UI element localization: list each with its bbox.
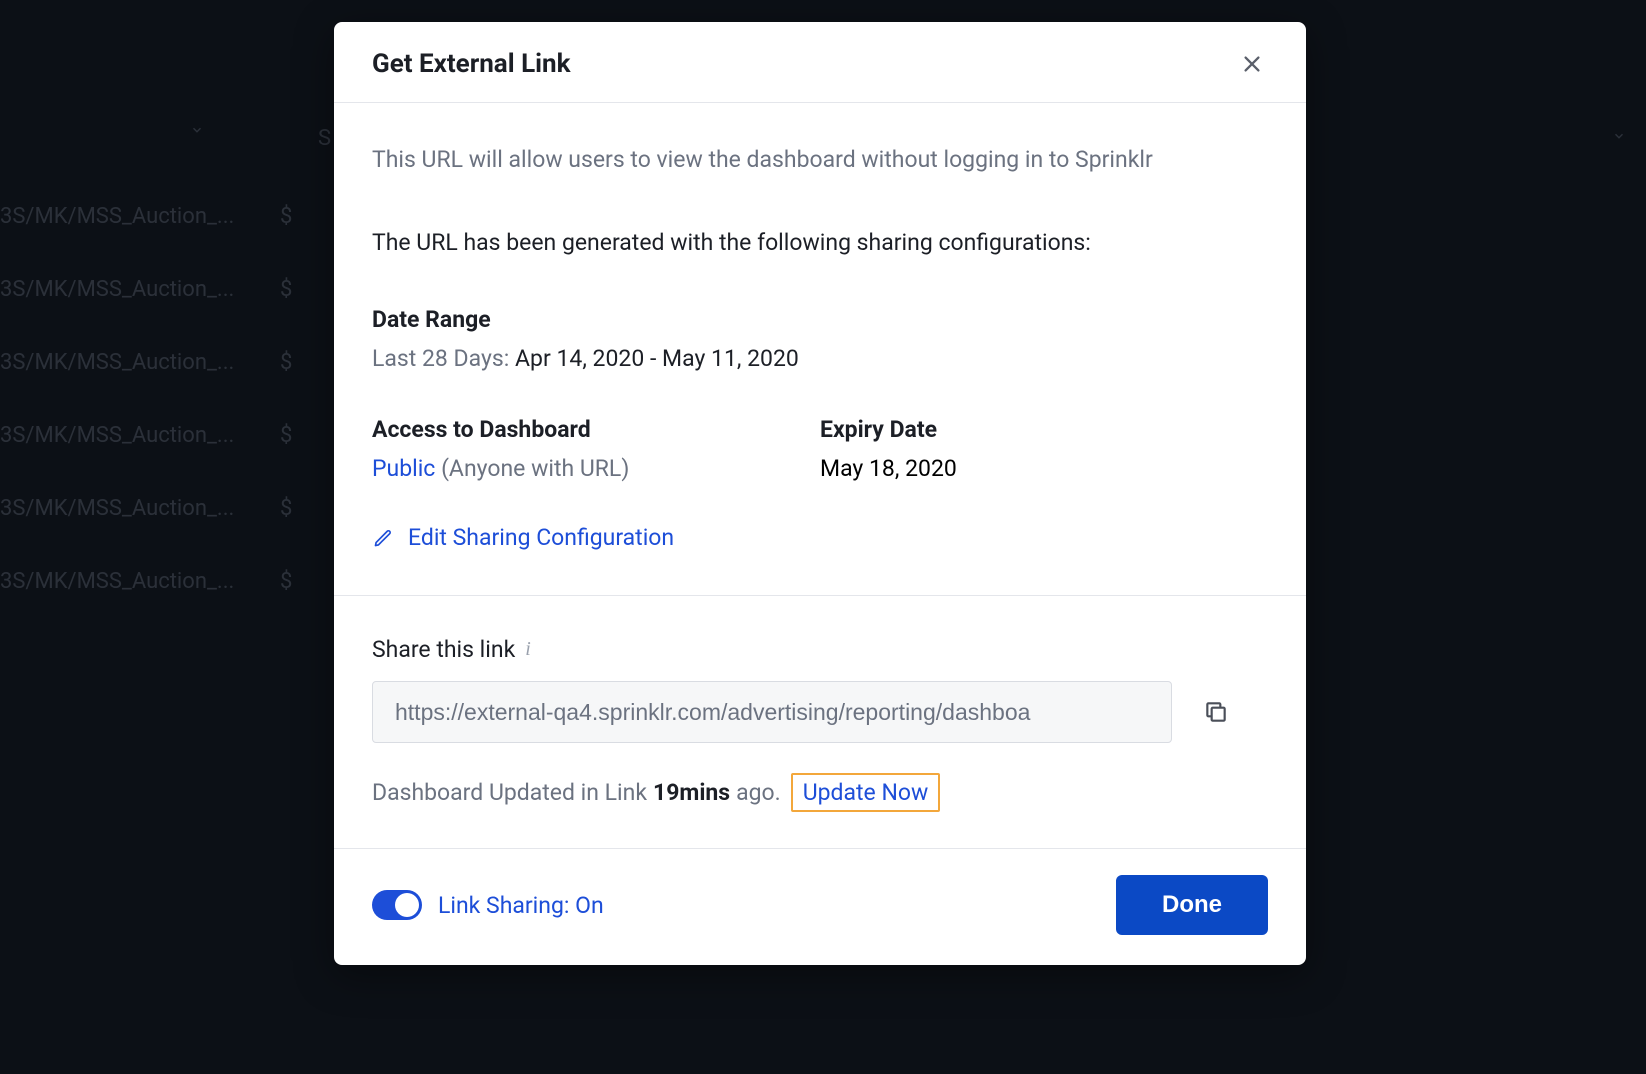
copy-link-button[interactable] (1200, 696, 1232, 728)
update-now-button[interactable]: Update Now (791, 773, 941, 812)
config-intro-text: The URL has been generated with the foll… (372, 226, 1268, 261)
updated-value: 19mins (653, 779, 730, 806)
close-icon (1241, 53, 1263, 75)
description-text: This URL will allow users to view the da… (372, 143, 1192, 178)
updated-suffix: ago. (736, 779, 781, 806)
modal-body: This URL will allow users to view the da… (334, 103, 1306, 848)
link-sharing-toggle[interactable]: Link Sharing: On (372, 890, 604, 920)
share-link-label: Share this link (372, 636, 515, 663)
share-link-input[interactable] (372, 681, 1172, 743)
divider (334, 595, 1306, 596)
app-background: S 3S/MK/MSS_Auction_...$ 3S/MK/MSS_Aucti… (0, 0, 1646, 1074)
share-link-label-row: Share this link i (372, 636, 1268, 663)
modal-header: Get External Link (334, 22, 1306, 103)
expiry-value: May 18, 2020 (820, 455, 1268, 482)
expiry-column: Expiry Date May 18, 2020 (820, 416, 1268, 482)
updated-row: Dashboard Updated in Link 19mins ago. Up… (372, 773, 1268, 812)
edit-sharing-config-label: Edit Sharing Configuration (408, 524, 674, 551)
toggle-switch (372, 890, 422, 920)
modal-title: Get External Link (372, 49, 570, 79)
date-range-dates: Apr 14, 2020 - May 11, 2020 (515, 345, 799, 372)
access-value-link[interactable]: Public (372, 455, 435, 482)
copy-icon (1203, 699, 1229, 725)
info-icon[interactable]: i (525, 638, 531, 661)
done-button[interactable]: Done (1116, 875, 1268, 935)
date-range-prefix: Last 28 Days: (372, 345, 509, 372)
edit-sharing-config-link[interactable]: Edit Sharing Configuration (372, 524, 1268, 551)
date-range-value: Last 28 Days: Apr 14, 2020 - May 11, 202… (372, 345, 1268, 372)
access-value-note: (Anyone with URL) (441, 455, 629, 482)
access-column: Access to Dashboard Public (Anyone with … (372, 416, 820, 482)
updated-prefix: Dashboard Updated in Link (372, 779, 647, 806)
close-button[interactable] (1236, 48, 1268, 80)
modal-footer: Link Sharing: On Done (334, 848, 1306, 965)
external-link-modal: Get External Link This URL will allow us… (334, 22, 1306, 965)
expiry-label: Expiry Date (820, 416, 1268, 443)
access-label: Access to Dashboard (372, 416, 820, 443)
date-range-label: Date Range (372, 306, 1268, 333)
pencil-icon (372, 527, 394, 549)
toggle-label: Link Sharing: On (438, 892, 604, 919)
